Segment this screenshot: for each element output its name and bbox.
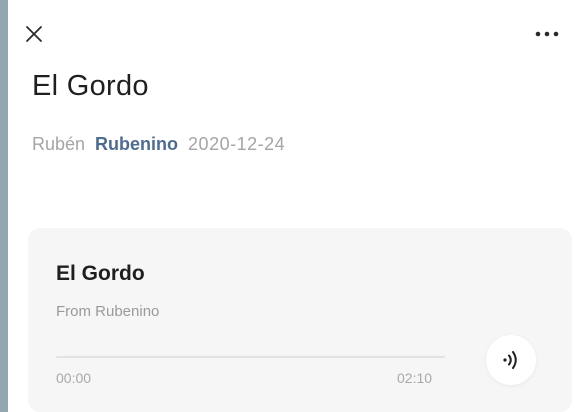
close-icon [26, 26, 42, 42]
author-name: Rubén [32, 134, 86, 154]
close-button[interactable] [24, 24, 44, 44]
audio-subtitle: From Rubenino [56, 303, 160, 320]
publish-date: 2020-12-24 [188, 134, 286, 154]
audio-wave-icon [503, 351, 517, 369]
account-link[interactable]: Rubenino [95, 134, 178, 155]
play-audio-button[interactable] [486, 335, 536, 385]
duration: 02:10 [397, 370, 433, 386]
audio-card[interactable]: El Gordo From Rubenino 00:00 02:10 [28, 228, 572, 412]
article-meta: Rubén Rubenino 2020-12-24 [32, 134, 285, 155]
audio-title: El Gordo [56, 262, 145, 285]
article-title: El Gordo [32, 70, 149, 102]
more-horizontal-icon [535, 31, 559, 37]
article-panel: El Gordo Rubén Rubenino 2020-12-24 El Go… [8, 0, 575, 412]
more-button[interactable] [533, 26, 561, 42]
current-time: 00:00 [56, 370, 92, 386]
audio-progress-bar[interactable] [56, 356, 445, 358]
